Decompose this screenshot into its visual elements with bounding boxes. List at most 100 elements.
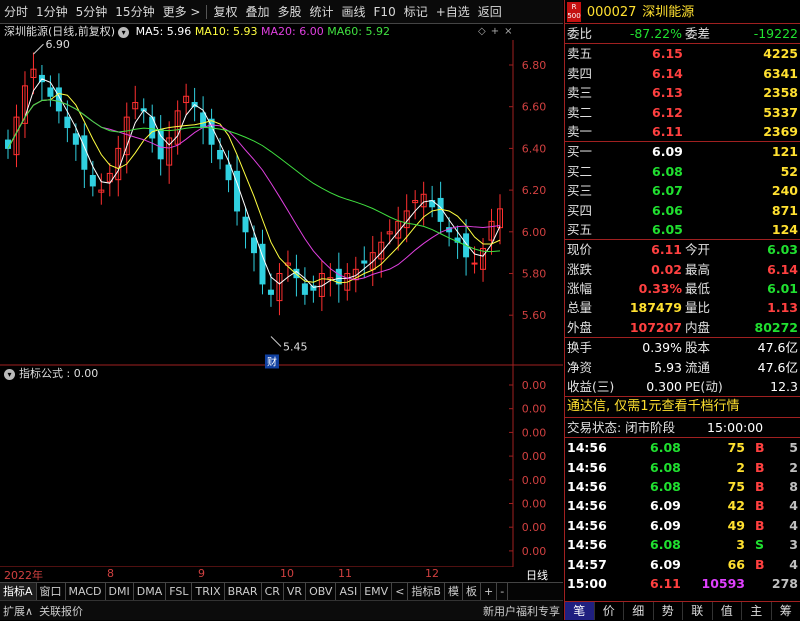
ask-row[interactable]: 卖三6.132358 [565, 83, 800, 102]
high-label: 6.90 [45, 38, 69, 51]
ask-row[interactable]: 卖四6.146341 [565, 64, 800, 83]
indicator-tick-label: 0.00 [522, 426, 547, 439]
date-month-8: 8 [107, 567, 114, 580]
indicator-tab-6[interactable]: TRIX [192, 583, 224, 600]
ma10-value: MA10: 5.93 [195, 25, 258, 38]
indicator-tab-14[interactable]: 指标B [408, 583, 445, 600]
quote-tab-3[interactable]: 势 [654, 602, 684, 620]
promo-banner[interactable]: 通达信, 仅需1元查看千档行情 [565, 397, 800, 416]
quote-row: 涨幅0.33%最低6.01 [565, 279, 800, 298]
chevron-down-icon[interactable]: ▾ [4, 369, 15, 380]
toolbar-item-11[interactable]: 标记 [400, 0, 432, 24]
quote-row: 总量187479量比1.13 [565, 298, 800, 317]
toolbar-item-12[interactable]: +自选 [432, 0, 474, 24]
indicator-tick-label: 0.00 [522, 379, 547, 392]
promo-link[interactable]: 新用户福利专享 [480, 603, 563, 619]
chart-toolbar: 分时1分钟5分钟15分钟更多 >复权叠加多股统计画线F10标记+自选返回 [0, 0, 563, 24]
indicator-tab-18[interactable]: - [497, 583, 508, 600]
bid-row[interactable]: 买四6.06871 [565, 201, 800, 220]
indicator-tick-label: 0.00 [522, 403, 547, 416]
fund-row: 换手0.39%股本47.6亿 [565, 338, 800, 357]
tick-list[interactable]: 14:566.0875B514:566.082B214:566.0875B814… [565, 438, 800, 593]
price-tick-label: 5.60 [522, 309, 547, 322]
bid-row[interactable]: 买一6.09121 [565, 142, 800, 161]
indicator-tab-7[interactable]: BRAR [225, 583, 262, 600]
indicator-info: ▾指标公式 : 0.00 [4, 365, 98, 381]
tick-row: 14:566.0875B5 [565, 438, 800, 457]
bid-row[interactable]: 买五6.05124 [565, 220, 800, 239]
expand-button[interactable]: 扩展∧ [0, 603, 36, 619]
period-label[interactable]: 日线 [526, 567, 548, 583]
indicator-tab-1[interactable]: 窗口 [37, 583, 66, 600]
toolbar-item-6[interactable]: 叠加 [241, 0, 273, 24]
quote-tab-0[interactable]: 笔 [565, 602, 595, 620]
toolbar-item-13[interactable]: 返回 [474, 0, 506, 24]
toolbar-item-5[interactable]: 复权 [209, 0, 241, 24]
indicator-tab-3[interactable]: DMI [106, 583, 134, 600]
high-pointer [33, 44, 43, 54]
chart-canvas[interactable]: 6.806.606.406.206.005.805.600.000.000.00… [0, 24, 563, 567]
quote-panel: R500 000027 深圳能源 委比 -87.22% 委差 -19222 卖五… [564, 0, 800, 620]
indicator-tab-0[interactable]: 指标A [0, 583, 37, 600]
indicator-tab-4[interactable]: DMA [134, 583, 167, 600]
stock-name: 深圳能源 [642, 5, 694, 20]
price-tick-label: 6.00 [522, 226, 547, 239]
toolbar-item-9[interactable]: 画线 [338, 0, 370, 24]
quote-row: 现价6.11今开6.03 [565, 240, 800, 259]
indicator-tab-13[interactable]: < [392, 583, 408, 600]
quote-tab-7[interactable]: 筹 [772, 602, 800, 620]
toolbar-item-4[interactable]: 更多 > [159, 0, 205, 24]
toolbar-item-2[interactable]: 5分钟 [72, 0, 112, 24]
indicator-tab-10[interactable]: OBV [306, 583, 336, 600]
toolbar-item-1[interactable]: 1分钟 [32, 0, 72, 24]
indicator-tick-label: 0.00 [522, 474, 547, 487]
quote-tab-1[interactable]: 价 [595, 602, 625, 620]
quote-tab-2[interactable]: 细 [624, 602, 654, 620]
toolbar-item-3[interactable]: 15分钟 [111, 0, 158, 24]
candle-body [65, 117, 70, 127]
price-tick-label: 6.80 [522, 59, 547, 72]
indicator-tab-11[interactable]: ASI [336, 583, 361, 600]
candle-body [201, 113, 206, 128]
status-bar: 扩展∧ 关联报价 新用户福利专享 [0, 600, 563, 620]
candle-body [362, 261, 367, 263]
indicator-tab-8[interactable]: CR [262, 583, 284, 600]
ask-row[interactable]: 卖五6.154225 [565, 44, 800, 63]
date-year: 2022年 [4, 567, 43, 583]
ask-row[interactable]: 卖一6.112369 [565, 122, 800, 141]
indicator-tick-label: 0.00 [522, 498, 547, 511]
indicator-tab-5[interactable]: FSL [166, 583, 192, 600]
ma20-value: MA20: 6.00 [261, 25, 324, 38]
toolbar-item-10[interactable]: F10 [370, 0, 400, 24]
quote-tab-6[interactable]: 主 [742, 602, 772, 620]
quote-bottom-tabs: 笔价细势联值主筹 [565, 601, 800, 620]
indicator-tab-15[interactable]: 模 [445, 583, 463, 600]
indicator-tab-2[interactable]: MACD [66, 583, 106, 600]
plus-icon[interactable]: + [491, 26, 504, 37]
indicator-tab-16[interactable]: 板 [463, 583, 481, 600]
related-quote-button[interactable]: 关联报价 [36, 603, 86, 619]
ask-row[interactable]: 卖二6.125337 [565, 103, 800, 122]
candle-body [226, 165, 231, 180]
low-pointer [271, 336, 281, 346]
toolbar-item-7[interactable]: 多股 [273, 0, 305, 24]
indicator-tick-label: 0.00 [522, 450, 547, 463]
candle-body [243, 217, 248, 232]
tick-row: 14:566.0875B8 [565, 477, 800, 496]
diamond-icon[interactable]: ◇ [478, 26, 491, 37]
quote-tab-4[interactable]: 联 [683, 602, 713, 620]
quote-row: 涨跌0.02最高6.14 [565, 260, 800, 279]
quote-tab-5[interactable]: 值 [713, 602, 743, 620]
date-month-11: 11 [338, 567, 352, 580]
toolbar-item-8[interactable]: 统计 [306, 0, 338, 24]
indicator-tab-12[interactable]: EMV [361, 583, 392, 600]
fundamental-list: 换手0.39%股本47.6亿净资5.93流通47.6亿收益(三)0.300PE(… [565, 338, 800, 396]
bid-row[interactable]: 买三6.07240 [565, 181, 800, 200]
close-icon[interactable]: × [504, 26, 517, 37]
indicator-tab-17[interactable]: + [481, 583, 497, 600]
bid-row[interactable]: 买二6.0852 [565, 162, 800, 181]
indicator-tab-9[interactable]: VR [284, 583, 306, 600]
indicator-tick-label: 0.00 [522, 521, 547, 534]
chevron-down-icon[interactable]: ▾ [118, 27, 129, 38]
toolbar-item-0[interactable]: 分时 [0, 0, 32, 24]
